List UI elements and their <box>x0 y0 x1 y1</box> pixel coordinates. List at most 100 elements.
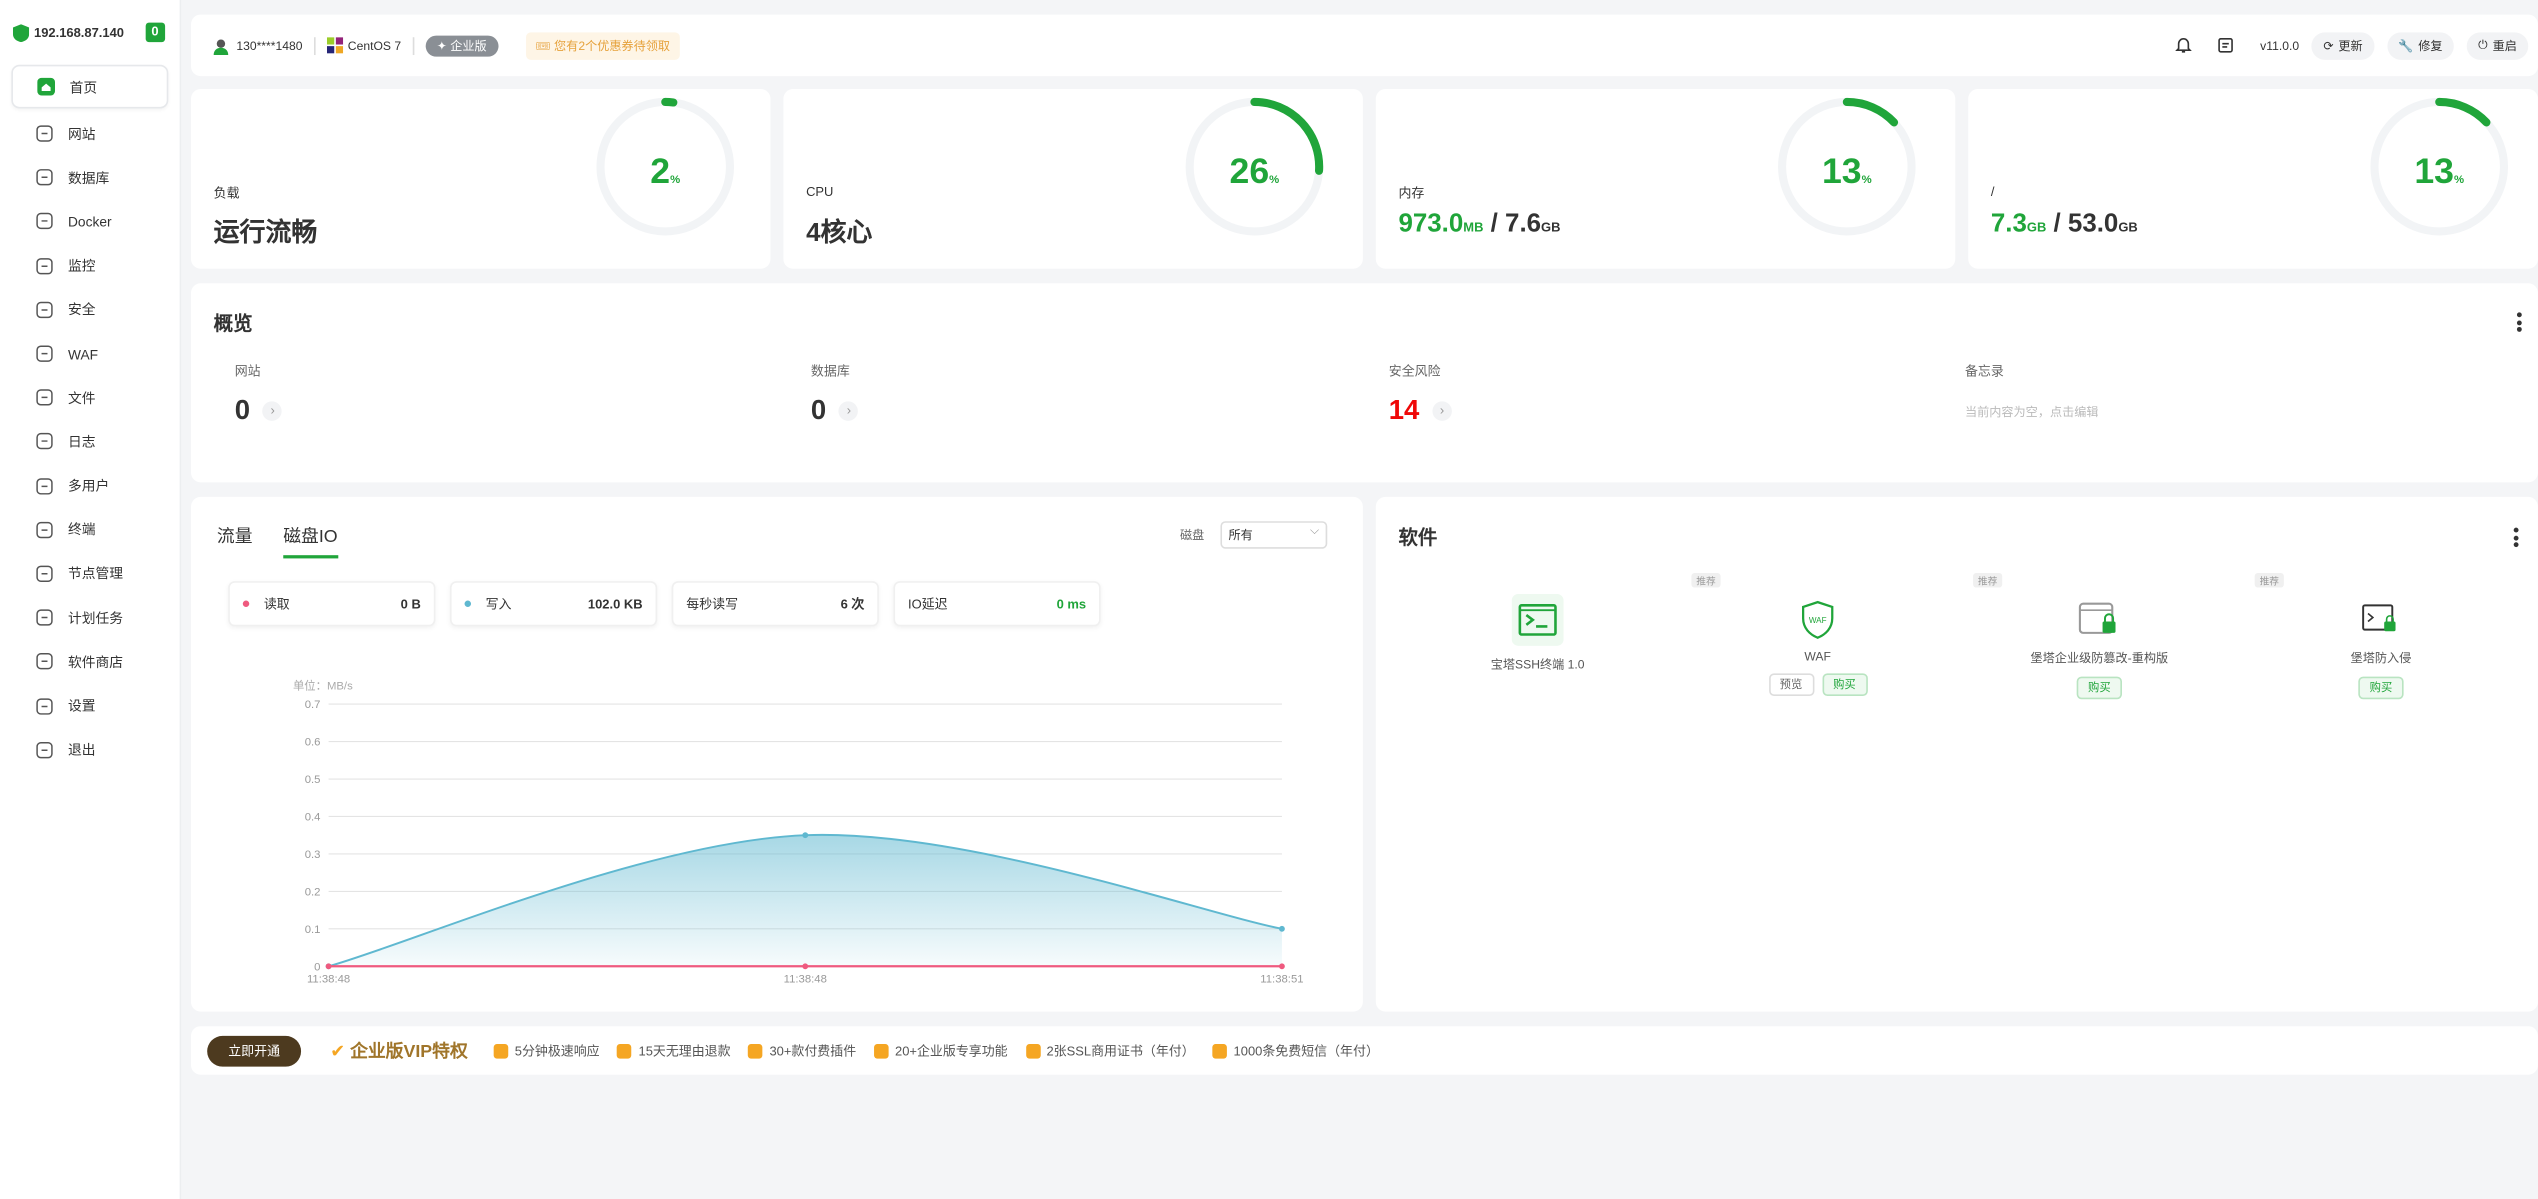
sidebar-item[interactable]: 计划任务 <box>11 596 168 640</box>
software-item-tamper[interactable]: 推荐 堡塔企业级防篡改-重构版 购买 <box>1973 572 2213 700</box>
chevron-right-icon[interactable]: › <box>1432 401 1452 421</box>
sidebar-item-label: 首页 <box>69 78 98 95</box>
sidebar-item-label: 退出 <box>67 741 96 758</box>
sidebar-item[interactable]: 退出 <box>11 728 168 772</box>
sidebar-item[interactable]: WAF <box>11 332 168 376</box>
sites-count: 0 <box>234 394 251 426</box>
more-menu-icon[interactable] <box>2516 312 2522 334</box>
feature-icon <box>493 1043 509 1058</box>
overview-databases[interactable]: 数据库 0 › <box>811 363 859 428</box>
disk-filter-label: 磁盘 <box>1179 527 1205 543</box>
overview-memo[interactable]: 备忘录 当前内容为空，点击编辑 <box>1965 363 2099 421</box>
sidebar-item[interactable]: 软件商店 <box>11 640 168 684</box>
vip-open-button[interactable]: 立即开通 <box>207 1035 302 1066</box>
coupon-notice[interactable]: 🎟 您有2个优惠券待领取 <box>525 31 680 60</box>
ops-metric: 每秒读写 6 次 <box>671 581 879 627</box>
repair-button[interactable]: 🔧 修复 <box>2386 31 2454 60</box>
sidebar-item-label: 软件商店 <box>67 653 124 670</box>
software-item-intrusion[interactable]: 推荐 堡塔防入侵 购买 <box>2254 572 2495 700</box>
restart-button[interactable]: ⏻ 重启 <box>2466 31 2529 60</box>
software-name: WAF <box>1804 649 1831 664</box>
sites-label: 网站 <box>234 364 261 379</box>
sidebar-item[interactable]: 多用户 <box>11 464 168 508</box>
sidebar: 192.168.87.140 0 首页网站 数据库 Docker 监控安全 WAF 文件日… <box>0 0 182 1199</box>
load-label: 负载 <box>213 186 240 201</box>
edition-label: 企业版 <box>450 38 487 53</box>
user-phone: 130****1480 <box>236 38 303 53</box>
vip-feature: 20+企业版专享功能 <box>873 1042 1008 1060</box>
disk-percent: 13% <box>2368 151 2510 193</box>
server-ip: 192.168.87.140 <box>33 25 124 40</box>
software-item-waf[interactable]: 推荐 WAF WAF 预览 购买 <box>1691 572 1931 696</box>
chevron-right-icon[interactable]: › <box>262 401 283 421</box>
bell-icon[interactable] <box>2176 37 2193 53</box>
tab-disk-io[interactable]: 磁盘IO <box>283 523 338 559</box>
x-tick-label: 11:38:51 <box>1260 973 1303 985</box>
more-menu-icon[interactable] <box>2513 527 2519 550</box>
coupon-text: 您有2个优惠券待领取 <box>554 38 671 53</box>
sidebar-item-label: 监控 <box>67 257 96 274</box>
update-icon: ⟳ <box>2323 38 2334 53</box>
sidebar-item[interactable]: 日志 <box>11 420 168 464</box>
memory-percent: 13% <box>1776 151 1918 193</box>
preview-button[interactable]: 预览 <box>1768 673 1814 696</box>
software-name: 堡塔企业级防篡改-重构版 <box>2030 650 2169 666</box>
memory-total-unit: GB <box>1541 220 1561 235</box>
disk-used: 7.3 <box>1990 210 2027 238</box>
waf-shield-icon: WAF <box>1789 591 1847 649</box>
sidebar-item[interactable]: 首页 <box>11 64 169 109</box>
user-info[interactable]: 130****1480 <box>212 36 303 55</box>
sidebar-item[interactable]: 监控 <box>11 244 168 288</box>
alert-count-badge[interactable]: 0 <box>144 22 166 43</box>
notes-icon[interactable] <box>2218 37 2234 53</box>
sidebar-item[interactable]: 设置 <box>11 684 168 728</box>
sidebar-item[interactable]: 终端 <box>11 508 168 552</box>
read-label: 读取 <box>263 596 290 612</box>
wrench-icon: 🔧 <box>2398 38 2414 53</box>
ops-value: 6 次 <box>840 596 865 612</box>
svg-text:WAF: WAF <box>1809 616 1827 625</box>
memo-label: 备忘录 <box>1964 364 2004 379</box>
vip-feature-label: 5分钟极速响应 <box>514 1043 600 1058</box>
sidebar-item[interactable]: 安全 <box>11 288 168 332</box>
buy-button[interactable]: 购买 <box>2358 676 2404 700</box>
buy-button[interactable]: 购买 <box>2076 676 2122 700</box>
memory-sep: / <box>1483 210 1506 238</box>
sidebar-item[interactable]: 网站 <box>11 112 168 156</box>
update-button[interactable]: ⟳ 更新 <box>2312 31 2375 60</box>
folder-icon <box>36 389 53 406</box>
load-percent: 2% <box>594 151 736 193</box>
memory-card[interactable]: 内存 973.0MB / 7.6GB 13% <box>1375 89 1956 269</box>
os-info: CentOS 7 <box>326 37 401 54</box>
overview-security-risk[interactable]: 安全风险 14 › <box>1389 363 1452 428</box>
node-icon <box>36 565 53 582</box>
sidebar-item[interactable]: Docker <box>11 200 168 244</box>
load-card[interactable]: 负载 运行流畅 2% <box>190 89 771 269</box>
sidebar-item[interactable]: 文件 <box>11 376 168 420</box>
x-tick-label: 11:38:48 <box>784 973 827 985</box>
user-avatar-icon <box>213 38 229 55</box>
tab-traffic[interactable]: 流量 <box>217 523 253 559</box>
version-label[interactable]: v11.0.0 <box>2260 38 2299 53</box>
sidebar-item-label: 节点管理 <box>67 565 124 582</box>
overview-card: 概览 网站 0 › 数据库 0 › 安全风险 14 › 备忘录 当前内容为空，点击编辑 <box>190 283 2538 483</box>
overview-sites[interactable]: 网站 0 › <box>235 363 283 428</box>
disk-card[interactable]: / 7.3GB / 53.0GB 13% <box>1968 89 2538 269</box>
sidebar-item-label: 安全 <box>67 301 96 318</box>
feature-icon <box>873 1043 889 1058</box>
ops-label: 每秒读写 <box>686 596 739 612</box>
sidebar-item[interactable]: 数据库 <box>11 156 168 200</box>
chevron-right-icon[interactable]: › <box>839 401 859 421</box>
vip-feature: 5分钟极速响应 <box>493 1042 600 1060</box>
memory-value: 973.0MB / 7.6GB <box>1398 210 1560 239</box>
disk-select[interactable]: 所有 <box>1220 518 1328 549</box>
y-tick-label: 0.6 <box>305 737 321 749</box>
cpu-card[interactable]: CPU 4核心 26% <box>783 89 1363 269</box>
memo-placeholder[interactable]: 当前内容为空，点击编辑 <box>1965 403 2099 421</box>
cpu-value: 4核心 <box>806 220 873 248</box>
sidebar-item[interactable]: 节点管理 <box>11 552 168 596</box>
vip-feature: 15天无理由退款 <box>617 1042 731 1060</box>
buy-button[interactable]: 购买 <box>1821 673 1868 696</box>
software-item-ssh[interactable]: 宝塔SSH终端 1.0 <box>1424 575 1651 674</box>
vip-title: ✔ 企业版VIP特权 <box>330 1038 468 1064</box>
